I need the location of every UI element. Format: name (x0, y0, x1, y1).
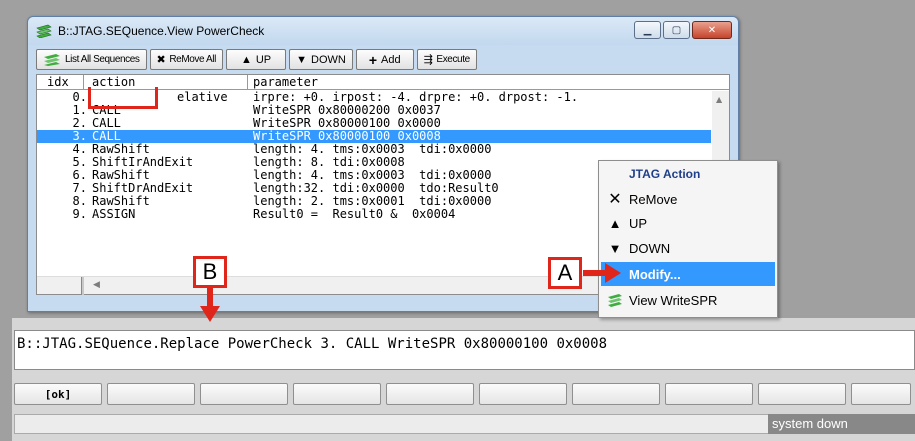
window-titlebar[interactable]: B::JTAG.SEQuence.View PowerCheck ▁ ▢ ✕ (28, 17, 738, 45)
triangle-down-icon: ▼ (608, 240, 622, 256)
execute-button[interactable]: ⇶ Execute (416, 49, 477, 70)
menu-item-view-writespr-label: View WriteSPR (629, 292, 718, 308)
menu-item-remove-label: ReMove (629, 191, 678, 207)
execute-icon: ⇶ (423, 54, 433, 66)
sequence-icon (608, 294, 622, 307)
triangle-up-icon: ▲ (240, 53, 252, 66)
down-button[interactable]: ▼ DOWN (289, 49, 353, 70)
system-status: system down (768, 414, 915, 434)
softkey-7[interactable] (572, 383, 660, 405)
up-label: UP (255, 53, 272, 66)
callout-a-arrow-head (605, 263, 621, 283)
menu-item-modify-label: Modify... (629, 266, 681, 282)
caption-buttons: ▁ ▢ ✕ (634, 21, 732, 39)
softkey-5[interactable] (386, 383, 474, 405)
add-button[interactable]: + Add (355, 49, 414, 70)
header-separator[interactable] (83, 75, 84, 90)
menu-item-view-writespr[interactable]: View WriteSPR (601, 288, 775, 312)
softkey-4[interactable] (293, 383, 381, 405)
callout-b: B (193, 256, 227, 288)
minimize-button[interactable]: ▁ (634, 21, 661, 39)
header-parameter[interactable]: parameter (253, 75, 318, 89)
softkey-10[interactable] (851, 383, 911, 405)
softkey-3[interactable] (200, 383, 288, 405)
sequence-icon (44, 53, 60, 66)
softkey-6[interactable] (479, 383, 567, 405)
down-label: DOWN (311, 53, 346, 66)
menu-item-down[interactable]: ▼ DOWN (601, 236, 775, 260)
action-header-highlight (88, 87, 158, 109)
remove-all-button[interactable]: ✖ ReMove All (149, 49, 223, 70)
cross-icon: ✖ (156, 54, 166, 66)
softkey-2[interactable] (107, 383, 195, 405)
header-separator[interactable] (247, 75, 248, 90)
softkey-9[interactable] (758, 383, 846, 405)
toolbar: List All Sequences ✖ ReMove All ▲ UP ▼ D… (36, 49, 477, 71)
header-idx[interactable]: idx (47, 75, 69, 89)
remove-all-label: ReMove All (169, 54, 216, 65)
up-button[interactable]: ▲ UP (225, 49, 287, 70)
softkey-8[interactable] (665, 383, 753, 405)
window-title: B::JTAG.SEQuence.View PowerCheck (58, 24, 265, 38)
command-line-input[interactable]: B::JTAG.SEQuence.Replace PowerCheck 3. C… (14, 330, 915, 370)
menu-item-up[interactable]: ▲ UP (601, 211, 775, 235)
list-all-sequences-button[interactable]: List All Sequences (36, 49, 147, 70)
callout-b-arrow-head (200, 306, 220, 322)
menu-item-down-label: DOWN (629, 240, 671, 256)
close-button[interactable]: ✕ (692, 21, 732, 39)
desktop-left-strip (0, 0, 12, 441)
menu-item-remove[interactable]: ✕ ReMove (601, 187, 775, 211)
menu-item-modify[interactable]: Modify... (601, 262, 775, 286)
column-split-handle[interactable] (81, 277, 84, 295)
triangle-down-icon: ▼ (296, 53, 307, 66)
add-label: Add (381, 53, 401, 66)
plus-icon: + (368, 51, 378, 68)
ok-softkey[interactable]: [ok] (14, 383, 102, 405)
maximize-button[interactable]: ▢ (663, 21, 690, 39)
softkey-bar: [ok] (14, 383, 915, 407)
callout-a: A (548, 257, 582, 289)
command-prompt: B:: (17, 336, 43, 352)
scroll-left-icon[interactable]: ◀ (93, 280, 100, 290)
scroll-up-icon[interactable]: ▲ (716, 95, 722, 104)
cross-icon: ✕ (608, 191, 622, 208)
context-menu-title: JTAG Action (629, 167, 701, 181)
menu-item-up-label: UP (629, 215, 648, 231)
jtag-action-context-menu: JTAG Action ✕ ReMove ▲ UP ▼ DOWN Modify.… (598, 160, 778, 318)
sequence-icon (36, 24, 52, 38)
execute-label: Execute (436, 54, 470, 65)
command-text: JTAG.SEQuence.Replace PowerCheck 3. CALL… (42, 336, 608, 352)
triangle-up-icon: ▲ (608, 215, 622, 231)
list-all-sequences-label: List All Sequences (65, 54, 140, 65)
